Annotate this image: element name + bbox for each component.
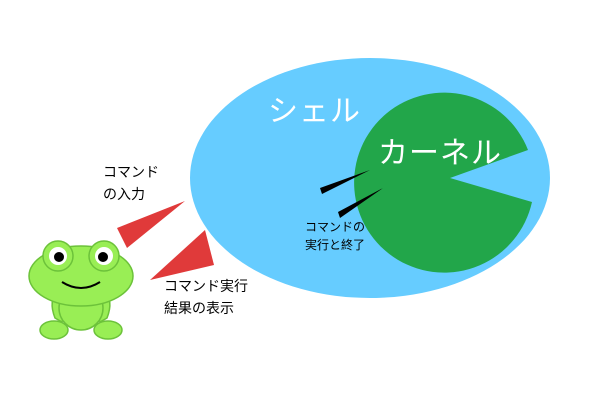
shell-label: シェル [268,94,361,129]
kernel-label: カーネル [378,136,502,171]
diagram-canvas: シェル カーネル コマンド の入力 コマンドの 実行と終了 コマンド実行 結果の… [0,0,600,400]
diagram-art [28,58,550,340]
frog-icon [28,240,134,340]
input-arrow [117,201,185,248]
result-arrow [150,230,214,280]
command-exec-label: コマンドの 実行と終了 [305,220,366,252]
command-input-label: コマンド の入力 [103,165,159,203]
command-result-label: コマンド実行 結果の表示 [164,279,248,317]
